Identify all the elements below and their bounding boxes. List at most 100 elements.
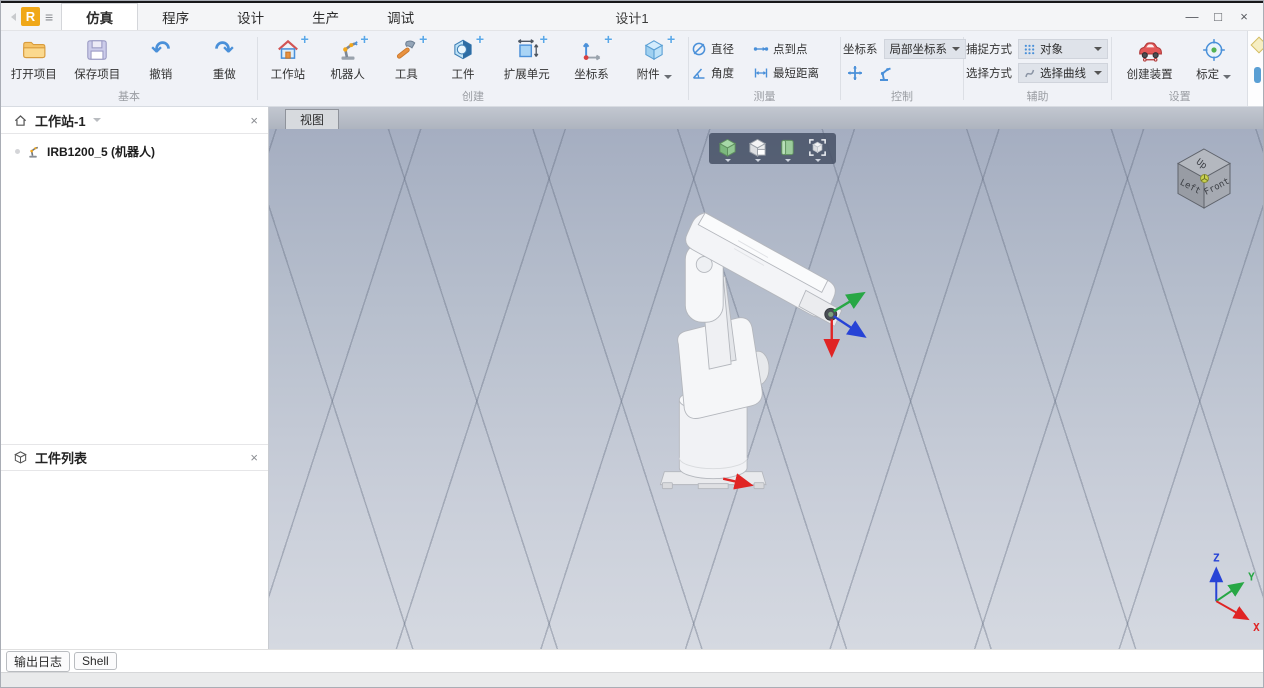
titlebar: R ≡ 仿真 程序 设计 生产 调试 设计1 — □ × — [1, 3, 1263, 31]
create-workstation-button[interactable]: + 工作站 — [260, 32, 316, 82]
render-wireframe-button[interactable] — [747, 137, 768, 162]
point-to-point-icon — [753, 47, 769, 51]
move-control-button[interactable] — [843, 62, 867, 84]
statusbar — [1, 672, 1263, 687]
menu-icon[interactable]: ≡ — [45, 10, 53, 24]
maximize-button[interactable]: □ — [1205, 9, 1231, 24]
tree-item-robot[interactable]: IRB1200_5 (机器人) — [15, 143, 268, 160]
measure-diameter-button[interactable]: 直径 — [691, 41, 747, 57]
tab-production[interactable]: 生产 — [288, 3, 363, 30]
app-window: R ≡ 仿真 程序 设计 生产 调试 设计1 — □ × 打开项目 保存项目 ↶… — [0, 0, 1264, 688]
create-coord-system-button[interactable]: + 坐标系 — [563, 32, 621, 82]
robot-jog-icon — [880, 67, 891, 81]
tcp-frame-arrows — [823, 291, 867, 358]
workpiece-list-empty — [1, 471, 268, 649]
box-icon — [14, 451, 27, 464]
measure-point-to-point-button[interactable]: 点到点 — [753, 41, 808, 57]
ribbon-group-measure: 直径 点到点 角度 最短距离 测量 — [689, 31, 840, 106]
scene-3d[interactable]: Z Y X — [269, 129, 1263, 649]
clipped-icon — [1254, 67, 1262, 83]
create-workpiece-button[interactable]: + 工件 — [435, 32, 491, 82]
ribbon-group-basic: 打开项目 保存项目 ↶ 撤销 ↷ 重做 基本 — [1, 31, 257, 106]
select-curve-icon — [1025, 69, 1035, 78]
zoom-fit-button[interactable] — [807, 137, 828, 162]
robot-model[interactable] — [659, 212, 843, 490]
zoom-fit-icon — [809, 139, 826, 156]
redo-icon: ↷ — [214, 36, 234, 63]
calibrate-dropdown-icon[interactable] — [1223, 75, 1232, 79]
robot-node-icon — [29, 146, 39, 158]
clipped-icon — [1250, 36, 1264, 54]
hammer-icon: + — [393, 32, 427, 63]
coord-system-select[interactable]: 局部坐标系 — [883, 39, 966, 59]
viewport: 视图 Z Y X Up Left Front — [269, 107, 1263, 649]
calibrate-button[interactable]: 标定 — [1185, 36, 1243, 82]
collapse-arrow-icon[interactable] — [11, 12, 16, 21]
floppy-disk-icon — [84, 37, 110, 63]
tab-program[interactable]: 程序 — [138, 3, 213, 30]
create-robot-button[interactable]: + 机器人 — [318, 32, 378, 82]
axis-x-label: X — [1253, 621, 1260, 634]
main-menu-tabs: 仿真 程序 设计 生产 调试 — [61, 3, 438, 30]
clipped-ribbon-group — [1247, 31, 1264, 106]
wireframe-cube-icon — [748, 138, 767, 157]
shaded-cube-icon — [718, 138, 737, 157]
render-shaded-button[interactable] — [717, 137, 738, 162]
shell-tab[interactable]: Shell — [74, 652, 117, 670]
snap-grid-icon — [1024, 44, 1035, 54]
undo-button[interactable]: ↶ 撤销 — [130, 36, 192, 82]
undo-icon: ↶ — [151, 36, 171, 63]
close-button[interactable]: × — [1231, 9, 1257, 24]
station-panel-close-button[interactable]: × — [250, 114, 258, 127]
station-tree: IRB1200_5 (机器人) — [1, 134, 268, 444]
create-device-button[interactable]: 创建装置 — [1117, 36, 1183, 82]
ribbon-group-control: 坐标系 局部坐标系 控制 — [841, 31, 966, 106]
world-axis-triad — [1209, 566, 1250, 621]
station-panel-header: 工作站-1 × — [1, 107, 268, 134]
redo-button[interactable]: ↷ 重做 — [194, 36, 256, 82]
axis-y-label: Y — [1248, 570, 1255, 583]
tab-simulation[interactable]: 仿真 — [61, 3, 139, 30]
viewport-render-toolbar — [709, 133, 836, 164]
viewcube-corner-highlight[interactable] — [1200, 174, 1209, 183]
minimize-button[interactable]: — — [1179, 9, 1205, 24]
ribbon-group-settings: 创建装置 标定 设置 — [1112, 31, 1247, 106]
home-icon — [14, 114, 27, 126]
extension-unit-icon: + — [514, 32, 548, 63]
ribbon-group-assist: 捕捉方式 对象 选择方式 选择曲线 辅助 — [964, 31, 1111, 106]
tab-debug[interactable]: 调试 — [363, 3, 438, 30]
measure-shortest-distance-button[interactable]: 最短距离 — [753, 65, 819, 81]
save-project-button[interactable]: 保存项目 — [67, 36, 129, 82]
robot-jog-button[interactable] — [873, 62, 897, 84]
viewport-tab-view[interactable]: 视图 — [285, 109, 340, 129]
station-dropdown-icon[interactable] — [92, 118, 101, 122]
workstation-house-icon: + — [275, 32, 309, 63]
ribbon: 打开项目 保存项目 ↶ 撤销 ↷ 重做 基本 + 工作站 + 机器人 + 工具 … — [1, 31, 1264, 107]
create-tool-button[interactable]: + 工具 — [379, 32, 433, 82]
snap-mode-select[interactable]: 对象 — [1018, 39, 1108, 59]
folder-icon — [21, 37, 47, 63]
axis-z-label: Z — [1213, 551, 1220, 564]
view-cube[interactable]: Up Left Front — [1167, 141, 1241, 215]
tree-expand-icon[interactable] — [15, 149, 20, 154]
viewport-canvas[interactable]: Z Y X Up Left Front — [269, 129, 1263, 649]
coordinate-axes-icon: + — [578, 32, 612, 63]
hex-nut-icon: + — [450, 32, 484, 63]
output-log-tab[interactable]: 输出日志 — [6, 650, 71, 672]
sidebar: 工作站-1 × IRB1200_5 (机器人) 工件列表 × — [1, 107, 269, 649]
render-solid-button[interactable] — [777, 137, 798, 162]
tab-design[interactable]: 设计 — [213, 3, 288, 30]
create-extension-unit-button[interactable]: + 扩展单元 — [493, 32, 561, 82]
workpiece-panel-close-button[interactable]: × — [250, 451, 258, 464]
viewport-tabstrip: 视图 — [269, 107, 1263, 129]
robot-arm-icon: + — [335, 32, 369, 63]
attachment-cube-icon: + — [641, 32, 675, 63]
app-logo[interactable]: R — [21, 7, 40, 26]
diameter-icon — [692, 42, 706, 56]
attachment-dropdown-icon[interactable] — [663, 75, 672, 79]
open-project-button[interactable]: 打开项目 — [3, 36, 65, 82]
shortest-distance-icon — [754, 68, 768, 78]
measure-angle-button[interactable]: 角度 — [691, 65, 747, 81]
select-mode-select[interactable]: 选择曲线 — [1018, 63, 1108, 83]
create-attachment-button[interactable]: + 附件 — [622, 32, 686, 82]
